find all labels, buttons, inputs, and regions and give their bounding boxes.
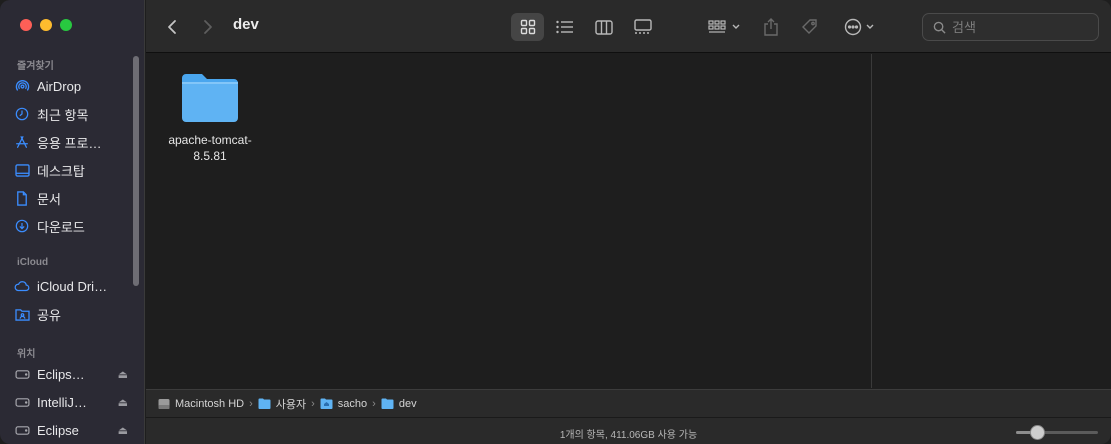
folder-icon bbox=[182, 74, 238, 122]
icon-size-slider[interactable] bbox=[1016, 425, 1098, 440]
search-icon bbox=[933, 21, 946, 34]
group-by-button[interactable] bbox=[702, 13, 746, 41]
more-actions-button[interactable] bbox=[839, 13, 879, 41]
crumb-label: sacho bbox=[337, 397, 368, 410]
sidebar-item-airdrop[interactable]: AirDrop bbox=[12, 74, 134, 98]
sidebar-item-volume-eclipse-2[interactable]: Eclipse ⏏ bbox=[12, 418, 134, 442]
search-field[interactable] bbox=[922, 13, 1099, 41]
minimize-button[interactable] bbox=[40, 19, 52, 31]
crumb-users[interactable]: 사용자 bbox=[258, 396, 306, 412]
sidebar-item-label: 응용 프로… bbox=[37, 135, 102, 151]
airdrop-icon bbox=[12, 79, 32, 94]
crumb-label: 사용자 bbox=[275, 398, 307, 411]
list-icon bbox=[555, 20, 573, 34]
applications-icon bbox=[12, 135, 32, 149]
crumb-dev[interactable]: dev bbox=[381, 398, 417, 410]
sidebar-item-documents[interactable]: 문서 bbox=[12, 186, 134, 210]
view-gallery-button[interactable] bbox=[626, 13, 659, 41]
finder-window: 즐겨찾기 AirDrop 최근 항목 응용 프로… 데스크탑 문서 다운로드 i… bbox=[0, 0, 1111, 444]
tag-icon bbox=[802, 19, 817, 34]
forward-button[interactable] bbox=[196, 13, 220, 41]
sidebar-item-label: 문서 bbox=[37, 191, 61, 207]
search-input[interactable] bbox=[952, 19, 1092, 35]
shared-folder-icon bbox=[12, 308, 32, 321]
slider-knob[interactable] bbox=[1030, 425, 1045, 440]
crumb-macintosh-hd[interactable]: Macintosh HD bbox=[158, 398, 244, 410]
preview-pane bbox=[871, 54, 1111, 388]
download-icon bbox=[12, 219, 32, 233]
sidebar-item-label: IntelliJ… bbox=[37, 394, 87, 410]
sidebar-section-favorites: 즐겨찾기 bbox=[17, 61, 54, 72]
crumb-sacho[interactable]: sacho bbox=[320, 398, 367, 410]
path-bar: Macintosh HD › 사용자 › sacho › dev bbox=[146, 389, 1111, 417]
sidebar-item-label: Eclips… bbox=[37, 366, 85, 382]
status-bar: 1개의 항목, 411.06GB 사용 가능 bbox=[146, 417, 1111, 444]
folder-icon bbox=[258, 398, 271, 409]
tags-button[interactable] bbox=[795, 13, 825, 41]
gallery-icon bbox=[633, 19, 652, 34]
sidebar-item-label: AirDrop bbox=[37, 78, 82, 94]
eject-icon[interactable]: ⏏ bbox=[118, 424, 128, 437]
window-title: dev bbox=[233, 16, 259, 33]
eject-icon[interactable]: ⏏ bbox=[118, 368, 128, 381]
columns-icon bbox=[594, 19, 613, 35]
sidebar-item-volume-eclipse-1[interactable]: Eclips… ⏏ bbox=[12, 362, 134, 386]
sidebar-item-label: 다운로드 bbox=[37, 219, 85, 235]
chevron-down-icon bbox=[866, 24, 874, 29]
crumb-separator: › bbox=[311, 397, 315, 410]
sidebar-section-locations: 위치 bbox=[17, 349, 36, 360]
chevron-left-icon bbox=[168, 20, 176, 34]
ellipsis-circle-icon bbox=[844, 18, 862, 36]
toolbar: dev bbox=[146, 0, 1111, 53]
folder-icon bbox=[381, 398, 394, 409]
status-text: 1개의 항목, 411.06GB 사용 가능 bbox=[559, 430, 698, 441]
sidebar-item-volume-intellij[interactable]: IntelliJ… ⏏ bbox=[12, 390, 134, 414]
back-button[interactable] bbox=[160, 13, 184, 41]
sidebar-item-recents[interactable]: 최근 항목 bbox=[12, 102, 134, 126]
sidebar-item-applications[interactable]: 응용 프로… bbox=[12, 130, 134, 154]
view-list-button[interactable] bbox=[548, 13, 581, 41]
cloud-icon bbox=[12, 280, 32, 292]
window-controls bbox=[20, 19, 72, 31]
sidebar: 즐겨찾기 AirDrop 최근 항목 응용 프로… 데스크탑 문서 다운로드 i… bbox=[0, 0, 145, 444]
home-folder-icon bbox=[320, 398, 333, 409]
document-icon bbox=[12, 190, 32, 206]
clock-icon bbox=[12, 107, 32, 121]
sidebar-item-label: 최근 항목 bbox=[37, 107, 89, 123]
sidebar-scrollbar[interactable] bbox=[133, 56, 139, 286]
disk-icon bbox=[12, 425, 32, 436]
crumb-separator: › bbox=[372, 397, 376, 410]
zoom-button[interactable] bbox=[60, 19, 72, 31]
folder-item[interactable]: apache-tomcat-8.5.81 bbox=[166, 72, 254, 164]
sidebar-section-icloud: iCloud bbox=[17, 257, 49, 268]
share-button[interactable] bbox=[757, 13, 785, 41]
share-icon bbox=[764, 18, 778, 36]
folder-name: apache-tomcat-8.5.81 bbox=[168, 133, 252, 163]
sidebar-item-label: 데스크탑 bbox=[37, 163, 85, 179]
eject-icon[interactable]: ⏏ bbox=[118, 396, 128, 409]
desktop-icon bbox=[12, 163, 32, 177]
view-icons-button[interactable] bbox=[511, 13, 544, 41]
grid-icon bbox=[520, 19, 535, 35]
view-columns-button[interactable] bbox=[587, 13, 620, 41]
sidebar-item-label: Eclipse bbox=[37, 422, 79, 438]
sidebar-item-label: 공유 bbox=[37, 307, 61, 323]
close-button[interactable] bbox=[20, 19, 32, 31]
sidebar-item-downloads[interactable]: 다운로드 bbox=[12, 214, 134, 238]
group-icon bbox=[708, 20, 726, 33]
sidebar-item-desktop[interactable]: 데스크탑 bbox=[12, 158, 134, 182]
crumb-label: Macintosh HD bbox=[175, 397, 245, 410]
sidebar-item-label: iCloud Dri… bbox=[37, 278, 108, 294]
chevron-right-icon bbox=[204, 20, 212, 34]
sidebar-item-shared[interactable]: 공유 bbox=[12, 302, 134, 326]
file-browser-area[interactable]: apache-tomcat-8.5.81 bbox=[146, 54, 871, 388]
disk-icon bbox=[12, 397, 32, 408]
chevron-down-icon bbox=[732, 24, 740, 29]
crumb-separator: › bbox=[249, 397, 253, 410]
sidebar-item-icloud-drive[interactable]: iCloud Dri… bbox=[12, 274, 134, 298]
crumb-label: dev bbox=[398, 397, 417, 410]
disk-icon bbox=[12, 369, 32, 380]
hard-drive-icon bbox=[158, 398, 170, 409]
